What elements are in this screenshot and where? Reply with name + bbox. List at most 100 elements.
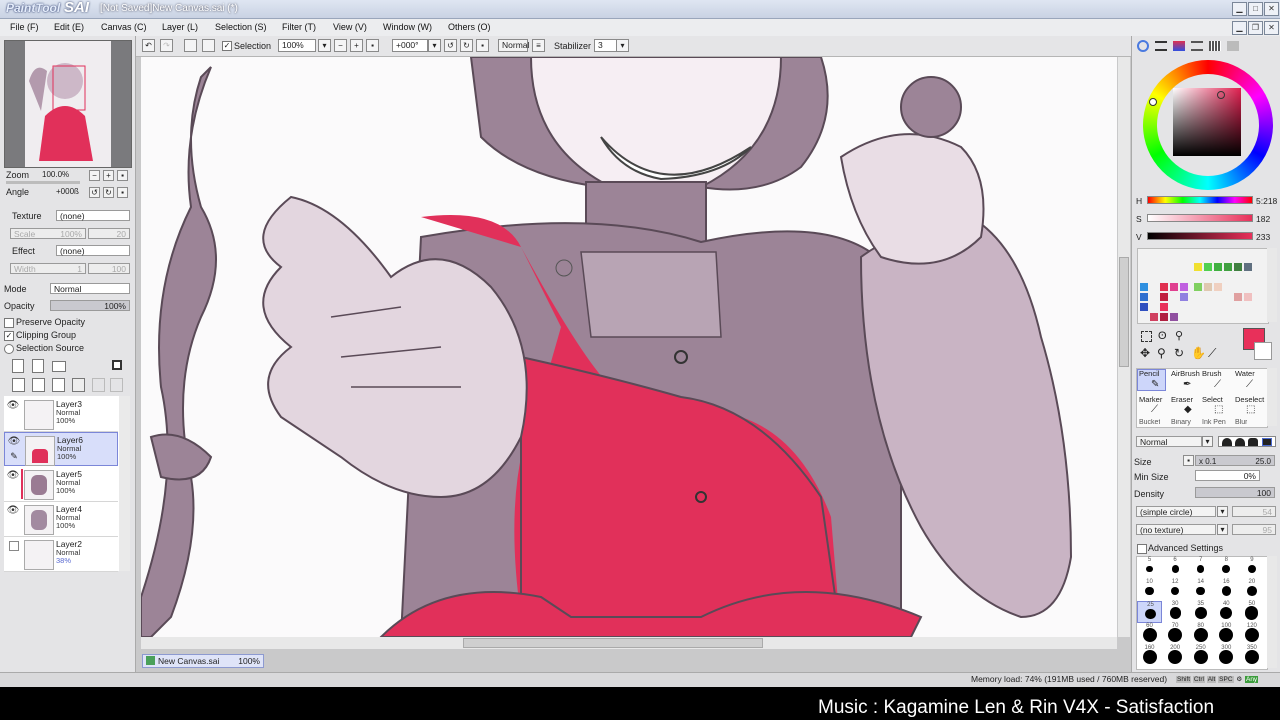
new-folder-icon[interactable]	[52, 361, 66, 372]
new-layer-icon[interactable]	[12, 359, 24, 373]
brush-size-preset[interactable]: 5	[1137, 557, 1162, 579]
zoom-slider[interactable]	[6, 181, 80, 184]
blend-mode-select[interactable]: Normal	[50, 283, 130, 294]
zoom-reset-icon[interactable]: ▪	[117, 170, 128, 181]
brush-size-preset[interactable]: 16	[1214, 579, 1239, 601]
drawing-canvas[interactable]	[141, 57, 1117, 637]
zoom-tool-icon[interactable]: ⚲	[1157, 346, 1166, 360]
navigator-preview[interactable]	[4, 40, 132, 168]
swatch[interactable]	[1160, 283, 1168, 291]
color-mixer-icon[interactable]	[1191, 41, 1203, 51]
brush-size-preset[interactable]: 120	[1239, 623, 1264, 645]
mdi-restore-icon[interactable]: ❐	[1248, 21, 1263, 35]
zoom-in-tool-icon[interactable]: +	[350, 39, 363, 52]
layer-row[interactable]: Layer2 Normal 38%	[4, 537, 118, 572]
brush-size-preset[interactable]: 10	[1137, 579, 1162, 601]
effect-strength-field[interactable]: 100	[88, 263, 130, 274]
tool-eraser-label[interactable]: Eraser	[1171, 395, 1193, 404]
angle-field[interactable]: +000°	[392, 39, 428, 52]
layer-option-icon[interactable]	[92, 378, 105, 392]
edge-hard-icon[interactable]	[1248, 438, 1258, 446]
new-linework-layer-icon[interactable]	[32, 359, 44, 373]
close-icon[interactable]: ✕	[1264, 2, 1279, 16]
transfer-down-icon[interactable]	[12, 378, 25, 392]
layer-row[interactable]: 👁 Layer4 Normal 100%	[4, 502, 118, 537]
s-slider[interactable]	[1147, 214, 1253, 222]
brush-mode-select[interactable]: Normal	[1136, 436, 1202, 447]
size-multiplier-icon[interactable]: ▪	[1183, 455, 1194, 466]
horizontal-scroll-thumb[interactable]	[463, 638, 763, 648]
swatch[interactable]	[1140, 303, 1148, 311]
brush-size-preset[interactable]: 100	[1214, 623, 1239, 645]
menu-file[interactable]: File (F)	[10, 22, 39, 32]
visibility-checkbox[interactable]	[9, 541, 19, 551]
swatch[interactable]	[1244, 263, 1252, 271]
swatch[interactable]	[1160, 293, 1168, 301]
brush-size-preset[interactable]: 350	[1239, 645, 1264, 667]
tool-select-label[interactable]: Select	[1202, 395, 1223, 404]
eye-icon[interactable]: 👁	[6, 469, 20, 483]
clear-layer-icon[interactable]	[52, 378, 65, 392]
layer-row[interactable]: 👁 Layer5 Normal 100%	[4, 467, 118, 502]
brush-shape-dropdown-icon[interactable]: ▾	[1217, 506, 1228, 517]
brush-size-preset[interactable]: 40	[1214, 601, 1239, 623]
tool-marker-label[interactable]: Marker	[1139, 395, 1162, 404]
selection-source-checkbox[interactable]	[4, 344, 14, 354]
tool-grid-scrollbar[interactable]	[1267, 368, 1277, 426]
zoom-out-tool-icon[interactable]: −	[334, 39, 347, 52]
brush-size-preset[interactable]: 9	[1239, 557, 1264, 579]
layer-list-scrollbar[interactable]	[119, 396, 130, 571]
h-slider[interactable]	[1147, 196, 1253, 204]
swatch[interactable]	[1170, 313, 1178, 321]
merge-down-icon[interactable]	[32, 378, 45, 392]
hand-icon[interactable]: ✋	[1191, 346, 1206, 360]
brush-shape-select[interactable]: (simple circle)	[1136, 506, 1216, 517]
invert-selection-icon[interactable]	[202, 39, 215, 52]
zoom-out-icon[interactable]: −	[89, 170, 100, 181]
brush-size-preset[interactable]: 25	[1137, 601, 1162, 623]
angle-dropdown-icon[interactable]: ▾	[428, 39, 441, 52]
hsv-slider-icon[interactable]	[1173, 41, 1185, 51]
mdi-minimize-icon[interactable]: ▁	[1232, 21, 1247, 35]
brush-size-preset[interactable]: 50	[1239, 601, 1264, 623]
flip-icon[interactable]: ≡	[532, 39, 545, 52]
swatch[interactable]	[1180, 293, 1188, 301]
rotate-tool-icon[interactable]: ↻	[1174, 346, 1184, 360]
edge-medium-icon[interactable]	[1235, 438, 1245, 446]
edge-soft-icon[interactable]	[1222, 438, 1232, 446]
brush-size-preset[interactable]: 7	[1188, 557, 1213, 579]
layer-row-selected[interactable]: 👁 ✎ Layer6 Normal 100%	[4, 432, 118, 466]
brush-size-preset[interactable]: 70	[1163, 623, 1188, 645]
minimize-icon[interactable]: ▁	[1232, 2, 1247, 16]
swatch[interactable]	[1194, 263, 1202, 271]
texture-scale-field[interactable]: Scale 100%	[10, 228, 86, 239]
brush-size-preset[interactable]: 8	[1214, 557, 1239, 579]
sv-marker[interactable]	[1217, 91, 1225, 99]
brush-size-preset[interactable]: 6	[1163, 557, 1188, 579]
swatch[interactable]	[1170, 283, 1178, 291]
swatch[interactable]	[1214, 263, 1222, 271]
tool-blur-label[interactable]: Blur	[1235, 419, 1247, 426]
advanced-settings-checkbox[interactable]	[1137, 544, 1147, 554]
rotate-left-icon[interactable]: ↺	[89, 187, 100, 198]
undo-icon[interactable]: ↶	[142, 39, 155, 52]
zoom-field[interactable]: 100%	[278, 39, 316, 52]
swatch[interactable]	[1244, 293, 1252, 301]
rotate-left-tool-icon[interactable]: ↺	[444, 39, 457, 52]
min-size-slider[interactable]: 0%	[1195, 470, 1260, 481]
swatch[interactable]	[1194, 283, 1202, 291]
rgb-slider-icon[interactable]	[1155, 41, 1167, 51]
rotate-right-tool-icon[interactable]: ↻	[460, 39, 473, 52]
zoom-in-icon[interactable]: +	[103, 170, 114, 181]
brush-texture-select[interactable]: (no texture)	[1136, 524, 1216, 535]
swatch[interactable]	[1140, 283, 1148, 291]
swatch[interactable]	[1160, 313, 1168, 321]
density-slider[interactable]: 100	[1195, 487, 1275, 498]
brush-size-preset[interactable]: 250	[1188, 645, 1213, 667]
brush-size-preset[interactable]: 80	[1188, 623, 1213, 645]
scratchpad-icon[interactable]	[1227, 41, 1239, 51]
lasso-icon[interactable]: ʘ	[1158, 330, 1167, 342]
flip-mode-field[interactable]: Normal	[498, 39, 529, 52]
palette-scrollbar[interactable]	[1267, 248, 1277, 322]
clipping-group-checkbox[interactable]: ✓	[4, 331, 14, 341]
